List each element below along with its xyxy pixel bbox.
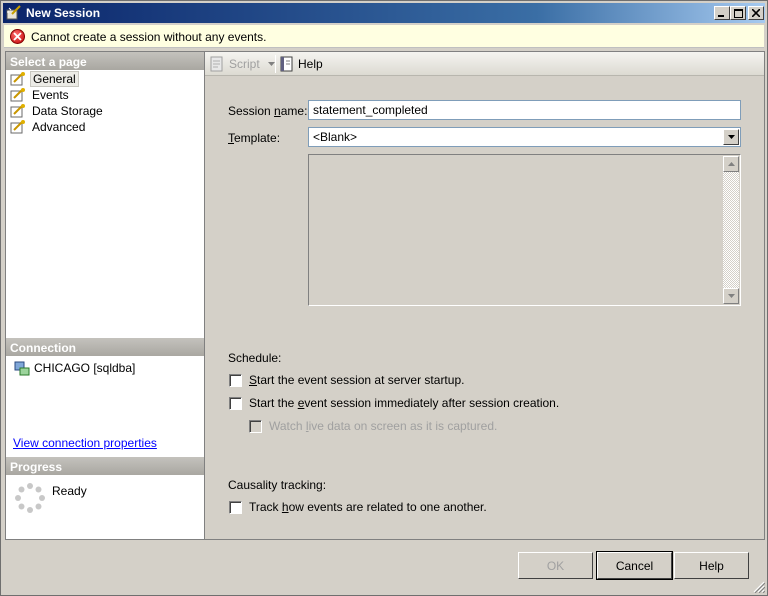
progress-status: Ready [52, 484, 87, 498]
connection-server: CHICAGO [sqldba] [14, 360, 135, 376]
page-item-label: Data Storage [32, 104, 103, 118]
error-icon [10, 29, 25, 44]
close-icon [752, 9, 760, 17]
progress-header: Progress [6, 457, 204, 475]
window-title: New Session [26, 6, 101, 20]
checkbox-box[interactable] [229, 396, 242, 410]
session-name-label: Session name: [228, 104, 308, 118]
template-value: <Blank> [313, 130, 358, 144]
checkbox-box[interactable] [229, 373, 242, 387]
page-item-label: Events [32, 88, 69, 102]
right-pane: Script Help Session name: statement_comp… [205, 51, 765, 540]
page-item-advanced[interactable]: Advanced [10, 119, 87, 135]
help-button-toolbar[interactable]: Help [279, 56, 323, 72]
page-item-label: Advanced [32, 120, 86, 134]
session-wizard-icon [6, 5, 21, 20]
checkbox-label: Watch live data on screen as it is captu… [269, 419, 498, 433]
page-item-data-storage[interactable]: Data Storage [10, 103, 105, 119]
checkbox-box[interactable] [249, 419, 262, 433]
checkbox-label: Start the event session immediately afte… [249, 396, 560, 410]
chevron-down-icon [727, 135, 735, 139]
new-session-dialog: New Session Cannot create a session with… [0, 0, 768, 596]
maximize-button[interactable] [730, 6, 746, 20]
minimize-button[interactable] [714, 6, 730, 20]
description-scrollbar[interactable] [723, 156, 739, 304]
page-item-general[interactable]: General [10, 71, 79, 87]
session-name-input[interactable]: statement_completed [308, 100, 741, 120]
checkbox-label: Track how events are related to one anot… [249, 500, 487, 514]
page-wrench-icon [10, 120, 25, 134]
cancel-button[interactable]: Cancel [596, 551, 673, 580]
template-description-box [308, 154, 741, 306]
close-button[interactable] [748, 6, 764, 20]
script-icon [210, 56, 223, 72]
template-label: Template: [228, 131, 281, 145]
ok-button[interactable]: OK [518, 552, 593, 579]
title-bar[interactable]: New Session [3, 3, 765, 23]
resize-grip-icon[interactable] [753, 581, 765, 593]
script-label: Script [229, 57, 260, 71]
checkbox-box[interactable] [229, 500, 242, 514]
scroll-down-button[interactable] [723, 288, 739, 304]
help-book-icon [280, 56, 293, 72]
start-at-server-startup-checkbox[interactable]: Start the event session at server startu… [229, 373, 464, 387]
watch-live-data-checkbox[interactable]: Watch live data on screen as it is captu… [249, 419, 497, 433]
maximize-icon [733, 8, 743, 18]
help-button[interactable]: Help [674, 552, 749, 579]
server-connection-icon [14, 361, 30, 376]
view-connection-properties-link[interactable]: View connection properties [13, 436, 157, 450]
help-label: Help [298, 57, 323, 71]
error-banner: Cannot create a session without any even… [4, 25, 764, 48]
start-after-creation-checkbox[interactable]: Start the event session immediately afte… [229, 396, 559, 410]
causality-tracking-label: Causality tracking: [228, 478, 327, 492]
page-wrench-icon [10, 72, 25, 86]
template-dropdown-button[interactable] [723, 129, 739, 145]
scroll-up-button[interactable] [723, 156, 739, 172]
track-causality-checkbox[interactable]: Track how events are related to one anot… [229, 500, 487, 514]
chevron-down-icon [267, 62, 275, 66]
toolbar: Script Help [205, 52, 764, 76]
connection-server-label: CHICAGO [sqldba] [34, 361, 136, 375]
schedule-label: Schedule: [228, 351, 282, 365]
template-select[interactable]: <Blank> [308, 127, 741, 147]
left-pane: Select a page General Events Data Storag… [5, 51, 205, 540]
chevron-up-icon [727, 162, 735, 166]
error-message: Cannot create a session without any even… [31, 30, 267, 44]
page-item-events[interactable]: Events [10, 87, 71, 103]
toolbar-separator [275, 55, 276, 73]
page-wrench-icon [10, 104, 25, 118]
script-button[interactable]: Script [209, 56, 275, 72]
minimize-icon [718, 15, 724, 17]
connection-header: Connection [6, 338, 204, 356]
progress-spinner-icon [15, 483, 45, 513]
select-page-header: Select a page [6, 52, 204, 70]
page-item-label: General [30, 71, 79, 87]
page-wrench-icon [10, 88, 25, 102]
checkbox-label: Start the event session at server startu… [249, 373, 465, 387]
chevron-down-icon [727, 294, 735, 298]
